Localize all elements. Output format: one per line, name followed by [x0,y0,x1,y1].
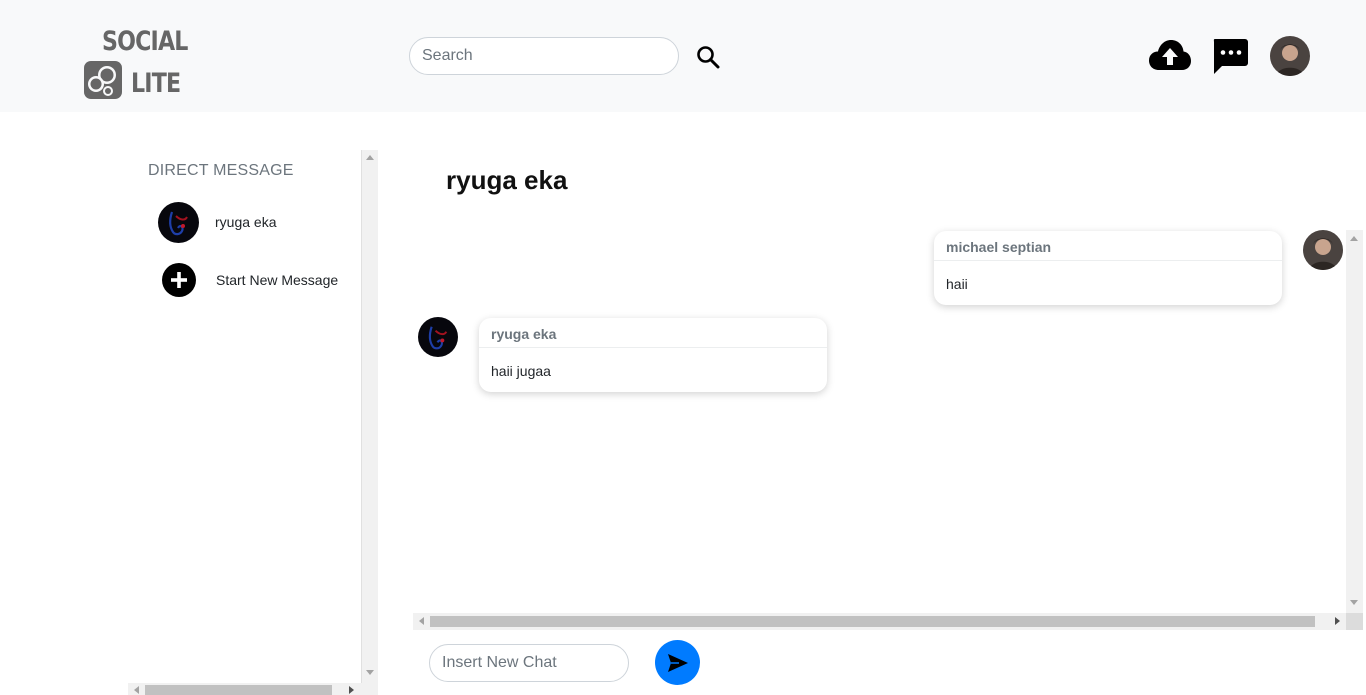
scroll-right-arrow-icon [349,686,354,694]
message-text: haii jugaa [491,363,551,379]
sidebar-item-label: Start New Message [216,272,339,288]
message-bubble-incoming: ryuga eka haii jugaa [479,318,827,392]
contact-avatar [418,317,458,357]
send-button[interactable] [655,640,700,685]
sidebar-horizontal-scrollbar[interactable] [128,683,378,695]
scrollbar-corner [1346,613,1363,630]
sidebar-vertical-scrollbar[interactable] [361,150,378,683]
avatar-photo [1270,36,1310,76]
upload-button[interactable] [1148,38,1192,74]
send-icon [667,653,688,672]
new-chat-input[interactable] [429,644,629,682]
sender-avatar [1303,230,1343,270]
chat-bubble-icon [1213,39,1248,74]
scroll-down-arrow-icon [366,670,374,675]
message-text: haii [946,276,968,292]
search-button[interactable] [693,42,723,72]
message-bubble-outgoing: michael septian haii [934,231,1282,305]
scroll-up-arrow-icon [1350,236,1358,241]
search-icon [697,46,720,69]
scroll-right-arrow-icon [1335,617,1340,625]
message-sender: michael septian [934,231,1282,261]
messages-button[interactable] [1211,37,1249,75]
scroll-up-arrow-icon [366,155,374,160]
app-logo[interactable]: SOCIAL LITE [83,26,188,102]
direct-message-sidebar: DIRECT MESSAGE ryuga eka Start New Messa… [128,150,378,695]
scroll-left-arrow-icon [419,617,424,625]
search-form [409,37,720,75]
start-new-message-button[interactable]: Start New Message [158,259,358,301]
chat-vertical-scrollbar[interactable] [1346,230,1363,613]
logo-mark-icon [84,61,122,99]
chat-horizontal-scrollbar[interactable] [413,613,1346,630]
cloud-upload-icon [1149,40,1191,70]
logo-text-bottom: LITE [131,68,181,99]
search-input[interactable] [409,37,679,75]
sidebar-title: DIRECT MESSAGE [148,162,294,179]
scrollbar-thumb[interactable] [430,616,1315,627]
sidebar-item-ryuga-eka[interactable]: ryuga eka [158,201,358,243]
scroll-left-arrow-icon [134,686,139,694]
top-navbar: SOCIAL LITE [0,0,1366,112]
plus-circle-icon [162,263,196,297]
logo-text-top: SOCIAL [102,26,188,57]
profile-avatar[interactable] [1270,36,1310,76]
scrollbar-thumb[interactable] [145,685,332,695]
message-sender: ryuga eka [479,318,827,348]
scroll-down-arrow-icon [1350,600,1358,605]
contact-avatar [158,201,199,243]
chat-title: ryuga eka [446,165,568,195]
sidebar-item-label: ryuga eka [215,214,277,230]
